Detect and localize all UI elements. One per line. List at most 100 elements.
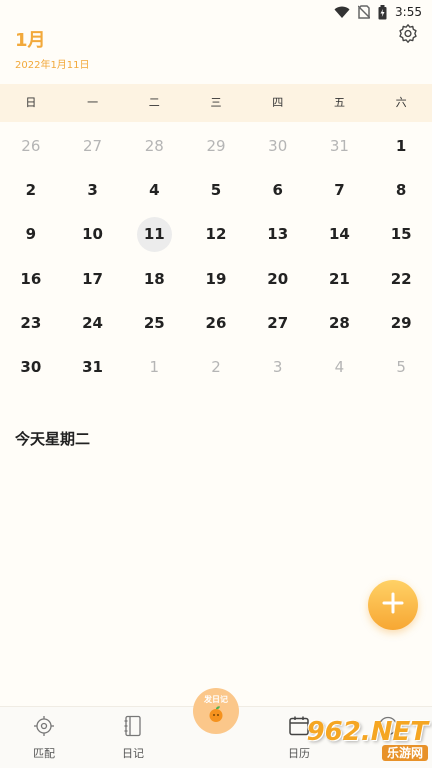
- calendar-day[interactable]: 16: [0, 257, 62, 301]
- header: 1月 2022年1月11日: [0, 24, 432, 84]
- calendar-day-number: 14: [328, 225, 350, 244]
- calendar-day[interactable]: 30: [0, 345, 62, 389]
- nav-item-profile[interactable]: [358, 715, 418, 745]
- calendar-day[interactable]: 6: [247, 168, 309, 212]
- wifi-icon: [334, 6, 350, 19]
- calendar-day-number: 6: [272, 181, 283, 200]
- calendar-day-number: 4: [149, 181, 160, 200]
- weekday-label: 六: [395, 96, 407, 109]
- calendar-day[interactable]: 18: [123, 257, 185, 301]
- calendar-day[interactable]: 8: [370, 168, 432, 212]
- calendar-day-number: 10: [82, 225, 103, 244]
- nav-label: 日记: [122, 747, 144, 760]
- calendar-day[interactable]: 29: [185, 124, 247, 168]
- status-time: 3:55: [395, 5, 422, 19]
- nav-label: 匹配: [33, 747, 55, 760]
- calendar-day[interactable]: 10: [62, 212, 124, 256]
- calendar-day[interactable]: 4: [123, 168, 185, 212]
- calendar-day[interactable]: 9: [0, 212, 62, 256]
- calendar-day[interactable]: 24: [62, 301, 124, 345]
- calendar-day[interactable]: 4: [309, 345, 371, 389]
- calendar-day[interactable]: 30: [247, 124, 309, 168]
- calendar-day[interactable]: 1: [370, 124, 432, 168]
- calendar-day[interactable]: 28: [123, 124, 185, 168]
- calendar-day[interactable]: 2: [185, 345, 247, 389]
- weekday-label: 日: [25, 96, 37, 109]
- calendar-day-number: 22: [390, 269, 412, 288]
- calendar-day-number: 28: [328, 313, 350, 332]
- calendar-day-number: 3: [272, 358, 283, 377]
- calendar-day-number: 26: [205, 313, 227, 332]
- weekday-label: 二: [148, 96, 160, 109]
- gear-icon: [397, 23, 419, 49]
- calendar-day-number: 29: [390, 313, 412, 332]
- calendar-day[interactable]: 3: [62, 168, 124, 212]
- calendar-day-today[interactable]: 11: [123, 212, 185, 256]
- calendar-day-number: 2: [25, 181, 37, 200]
- calendar-day[interactable]: 17: [62, 257, 124, 301]
- calendar-day[interactable]: 28: [309, 301, 371, 345]
- calendar-day-number: 31: [329, 137, 349, 156]
- nav-item-match[interactable]: 匹配: [14, 715, 74, 761]
- settings-button[interactable]: [396, 24, 420, 48]
- calendar-day-number: 23: [20, 313, 42, 332]
- calendar-day-number: 18: [143, 269, 165, 288]
- calendar-icon: [288, 715, 310, 741]
- calendar-day-number: 9: [25, 225, 37, 244]
- calendar-day-number: 15: [390, 225, 412, 244]
- calendar-day[interactable]: 31: [62, 345, 124, 389]
- post-diary-button[interactable]: 发日记: [193, 688, 239, 734]
- calendar-day[interactable]: 1: [123, 345, 185, 389]
- calendar-day[interactable]: 26: [185, 301, 247, 345]
- calendar-day[interactable]: 15: [370, 212, 432, 256]
- calendar-day-number: 16: [20, 269, 42, 288]
- calendar-day-number: 5: [396, 358, 406, 377]
- plus-icon: [382, 592, 404, 618]
- calendar-day-number: 21: [328, 269, 350, 288]
- target-icon: [33, 715, 55, 741]
- calendar-day[interactable]: 13: [247, 212, 309, 256]
- calendar-day[interactable]: 2: [0, 168, 62, 212]
- nav-label: 日历: [288, 747, 310, 760]
- calendar-grid: 26 27 28 29 30 31 1 2 3 4 5 6 7 8 9 10 11 12 13 14 15 16 17 18 1…: [0, 124, 432, 389]
- calendar-day-number: 28: [144, 137, 164, 156]
- weekday-label: 一: [87, 96, 99, 109]
- calendar-day-number: 20: [267, 269, 289, 288]
- no-sim-icon: [358, 5, 371, 19]
- calendar-day[interactable]: 23: [0, 301, 62, 345]
- calendar-day[interactable]: 26: [0, 124, 62, 168]
- nav-item-diary[interactable]: 日记: [103, 715, 163, 761]
- calendar-day[interactable]: 5: [370, 345, 432, 389]
- calendar-day[interactable]: 27: [62, 124, 124, 168]
- calendar-day-number: 2: [211, 358, 221, 377]
- calendar-day[interactable]: 31: [309, 124, 371, 168]
- calendar-day[interactable]: 25: [123, 301, 185, 345]
- calendar-day-number: 27: [83, 137, 103, 156]
- calendar-day-number: 19: [205, 269, 227, 288]
- notebook-icon: [122, 715, 144, 741]
- calendar-day[interactable]: 29: [370, 301, 432, 345]
- calendar-day-number: 1: [149, 358, 160, 377]
- calendar-day-number: 25: [143, 313, 165, 332]
- calendar-day[interactable]: 27: [247, 301, 309, 345]
- calendar-day[interactable]: 3: [247, 345, 309, 389]
- calendar-day-number: 24: [82, 313, 103, 332]
- calendar-day[interactable]: 21: [309, 257, 371, 301]
- calendar-day[interactable]: 14: [309, 212, 371, 256]
- calendar-day[interactable]: 22: [370, 257, 432, 301]
- weekday-header: 日 一 二 三 四 五 六: [0, 84, 432, 122]
- calendar-day[interactable]: 20: [247, 257, 309, 301]
- weekday-label: 四: [272, 96, 284, 109]
- calendar-day[interactable]: 12: [185, 212, 247, 256]
- calendar-day-number: 26: [21, 137, 41, 156]
- month-title: 1月: [15, 30, 46, 51]
- calendar-day-number: 29: [206, 137, 226, 156]
- nav-item-calendar[interactable]: 日历: [269, 715, 329, 761]
- calendar-day[interactable]: 19: [185, 257, 247, 301]
- calendar-day-number: 30: [268, 137, 288, 156]
- orange-fruit-icon: [207, 705, 225, 727]
- calendar-day[interactable]: 7: [309, 168, 371, 212]
- calendar-day-number: 12: [205, 225, 227, 244]
- calendar-day[interactable]: 5: [185, 168, 247, 212]
- add-button[interactable]: [368, 580, 418, 630]
